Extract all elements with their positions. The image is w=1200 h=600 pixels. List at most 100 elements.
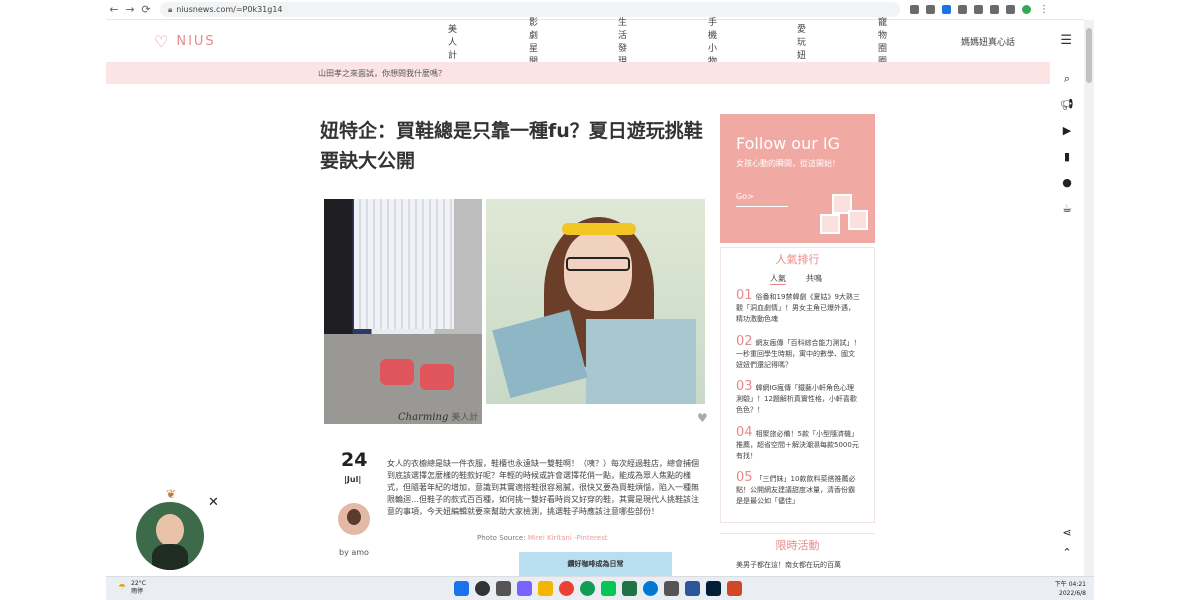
screen: ← → ⟳ 🔒︎ niusnews.com/=P0k31g14 ⋮ ♡ NIUS…	[0, 0, 1200, 600]
bird-icon: ❦	[166, 487, 177, 501]
tab-resonance[interactable]: 共鳴	[806, 273, 822, 285]
search-icon[interactable]: ⌕	[1050, 72, 1084, 86]
heart-logo-icon: ♡	[154, 31, 169, 51]
ranking-item[interactable]: 03 韓網IG瘋傳「鐵藝小軒角色心理測驗」！12題解析真實性格，小軒喜歡色色？！	[736, 380, 861, 416]
star-icon[interactable]	[926, 5, 935, 14]
weather-text: 雨停	[131, 588, 144, 595]
page-scrollbar[interactable]	[1084, 20, 1094, 576]
task-view-icon[interactable]	[496, 581, 511, 596]
excel-icon[interactable]	[622, 581, 637, 596]
tab-popular[interactable]: 人氣	[770, 273, 786, 285]
ranking-item[interactable]: 02 網友瘋傳「百科綜合能力測試」！一秒重回學生時期，寓中的數學、國文妞妞們還記得…	[736, 335, 861, 371]
sidebar-icon[interactable]	[1006, 5, 1015, 14]
powerpoint-icon[interactable]	[727, 581, 742, 596]
rank-text: 韓網IG瘋傳「鐵藝小軒角色心理測驗」！12題解析真實性格，小軒喜歡色色？！	[736, 384, 857, 414]
ranking-item[interactable]: 05 「三們妹」10款飲料菜搭推薦必點！公開網友建議甜度冰量，清香份霸是是最公如「…	[736, 470, 861, 507]
photo-source-link[interactable]: Mirei Kiritani -Pinterest	[528, 534, 608, 542]
reload-button[interactable]: ⟳	[138, 3, 154, 16]
extension-icon[interactable]	[942, 5, 951, 14]
ad-banner[interactable]: 鑽好咖啡成為日常	[519, 552, 672, 576]
nav-item[interactable]: 媽媽妞真心話	[961, 35, 1015, 48]
close-icon[interactable]: ✕	[208, 495, 219, 510]
month-text: Jul	[346, 475, 359, 484]
search-icon[interactable]	[475, 581, 490, 596]
site-logo[interactable]: ♡ NIUS	[154, 32, 434, 51]
chat-icon[interactable]	[517, 581, 532, 596]
chrome-icon[interactable]	[580, 581, 595, 596]
windows-taskbar: ☂ 22°C 雨停 下午 04:21 2022/6/8	[106, 576, 1094, 600]
nav-item[interactable]: 寵物圈圈	[878, 15, 887, 67]
ranking-item[interactable]: 01 俗番和19禁韓劇《夏姑》9大熟三觀「洞血劇情」！男女主角已爆外遇，精功激動色…	[736, 288, 861, 325]
photoshop-icon[interactable]	[706, 581, 721, 596]
share-icon[interactable]: ⋖	[1050, 526, 1084, 539]
weather-widget[interactable]: ☂ 22°C 雨停	[118, 580, 146, 596]
forward-button[interactable]: →	[122, 3, 138, 16]
site-header: ♡ NIUS 美人計 影劇星聞 生活發現 手機小物 愛玩妞 寵物圈圈 媽媽妞真心…	[106, 18, 1084, 67]
kebab-menu-icon[interactable]: ⋮	[1039, 4, 1049, 15]
announcement-bar[interactable]: 山田孝之來面試，你想問我什麼嗎？	[106, 62, 1050, 84]
puzzle-icon[interactable]	[990, 5, 999, 14]
weather-icon: ☂	[118, 583, 127, 593]
chevron-up-icon[interactable]: ⌃	[1050, 546, 1084, 559]
author-name[interactable]: by amo	[339, 548, 369, 557]
author-avatar[interactable]	[338, 503, 370, 535]
share-icon[interactable]	[910, 5, 919, 14]
floating-video-avatar[interactable]	[136, 502, 204, 570]
coffee-icon[interactable]: ☕︎	[1050, 202, 1084, 215]
extension-icon[interactable]	[974, 5, 983, 14]
rank-text: 俗番和19禁韓劇《夏姑》9大熟三觀「洞血劇情」！男女主角已爆外遇，精功激動色魂	[736, 293, 860, 323]
book-icon[interactable]: ▮	[1050, 150, 1084, 163]
megaphone-icon[interactable]: 📢︎	[1050, 98, 1084, 111]
user-icon[interactable]: ●	[1050, 176, 1084, 189]
hamburger-menu-icon[interactable]: ☰	[1060, 33, 1072, 48]
ranking-tabs: 人氣 共鳴	[770, 273, 822, 285]
photo-caption-strip	[486, 404, 705, 424]
file-explorer-icon[interactable]	[538, 581, 553, 596]
post-day: 24	[341, 449, 368, 471]
follow-ig-banner[interactable]: Follow our IG 女孩心動的瞬間，從這開始！ Go>	[720, 114, 875, 243]
scroll-thumb[interactable]	[1086, 28, 1092, 83]
nav-item[interactable]: 美人計	[448, 22, 457, 61]
rank-number: 05	[736, 470, 753, 485]
nav-item[interactable]: 手機小物	[708, 15, 717, 67]
limited-events-title: 限時活動	[775, 539, 820, 552]
article-photo-model	[486, 199, 705, 404]
ig-title: Follow our IG	[736, 134, 840, 153]
category-tag[interactable]: Charming 美人計	[398, 410, 478, 423]
windows-start-icon[interactable]	[454, 581, 469, 596]
back-button[interactable]: ←	[106, 3, 122, 16]
edge-icon[interactable]	[643, 581, 658, 596]
photo-source-label: Photo Source:	[477, 534, 526, 542]
rank-number: 01	[736, 288, 753, 303]
profile-avatar[interactable]	[1022, 5, 1031, 14]
system-clock[interactable]: 下午 04:21 2022/6/8	[1055, 580, 1086, 598]
rank-text: 網友瘋傳「百科綜合能力測試」！一秒重回學生時期，寓中的數學、國文妞妞們還記得嗎？	[736, 339, 861, 369]
nav-item[interactable]: 影劇星聞	[529, 15, 538, 67]
article-photo-shoes	[324, 199, 482, 424]
play-icon[interactable]: ▶	[1050, 124, 1084, 137]
ig-go-link[interactable]: Go>	[736, 192, 788, 207]
photo-source: Photo Source: Mirei Kiritani -Pinterest	[477, 534, 607, 542]
ranking-title: 人氣排行	[775, 253, 820, 266]
chrome-icon[interactable]	[559, 581, 574, 596]
extension-icon[interactable]	[958, 5, 967, 14]
clock-date: 2022/6/8	[1059, 590, 1086, 597]
nav-item[interactable]: 生活發現	[618, 15, 627, 67]
limited-event-item[interactable]: 美男子都在這！南女都在玩的百萬	[736, 560, 861, 570]
calculator-icon[interactable]	[664, 581, 679, 596]
article-body: 女人的衣櫥總是缺一件衣服，鞋櫃也永遠缺一雙鞋啊！（咦？）每次經過鞋店，總會捕個到…	[387, 459, 699, 516]
ranking-item[interactable]: 04 相聚旅必備！5款「小型隨濟機」推薦，超省空間＋解決潮濕每款5000元有找！	[736, 425, 861, 462]
rank-number: 04	[736, 425, 753, 440]
nav-item[interactable]: 愛玩妞	[797, 22, 806, 61]
lock-icon: 🔒︎	[168, 4, 173, 14]
extension-icons	[910, 5, 1031, 14]
ig-thumbnail	[820, 214, 840, 234]
word-icon[interactable]	[685, 581, 700, 596]
favorite-heart-icon[interactable]: ♥	[697, 411, 708, 425]
ig-thumbnail	[848, 210, 868, 230]
browser-toolbar: ← → ⟳ 🔒︎ niusnews.com/=P0k31g14 ⋮	[106, 0, 1084, 20]
utility-rail: ⌕ 📢︎ ▶ ▮ ● ☕︎ ⋖ ⌃	[1050, 62, 1084, 576]
logo-text: NIUS	[176, 33, 216, 49]
article-title: 妞特企：買鞋總是只靠一種fu？夏日遊玩挑鞋要訣大公開	[320, 120, 703, 172]
line-icon[interactable]	[601, 581, 616, 596]
